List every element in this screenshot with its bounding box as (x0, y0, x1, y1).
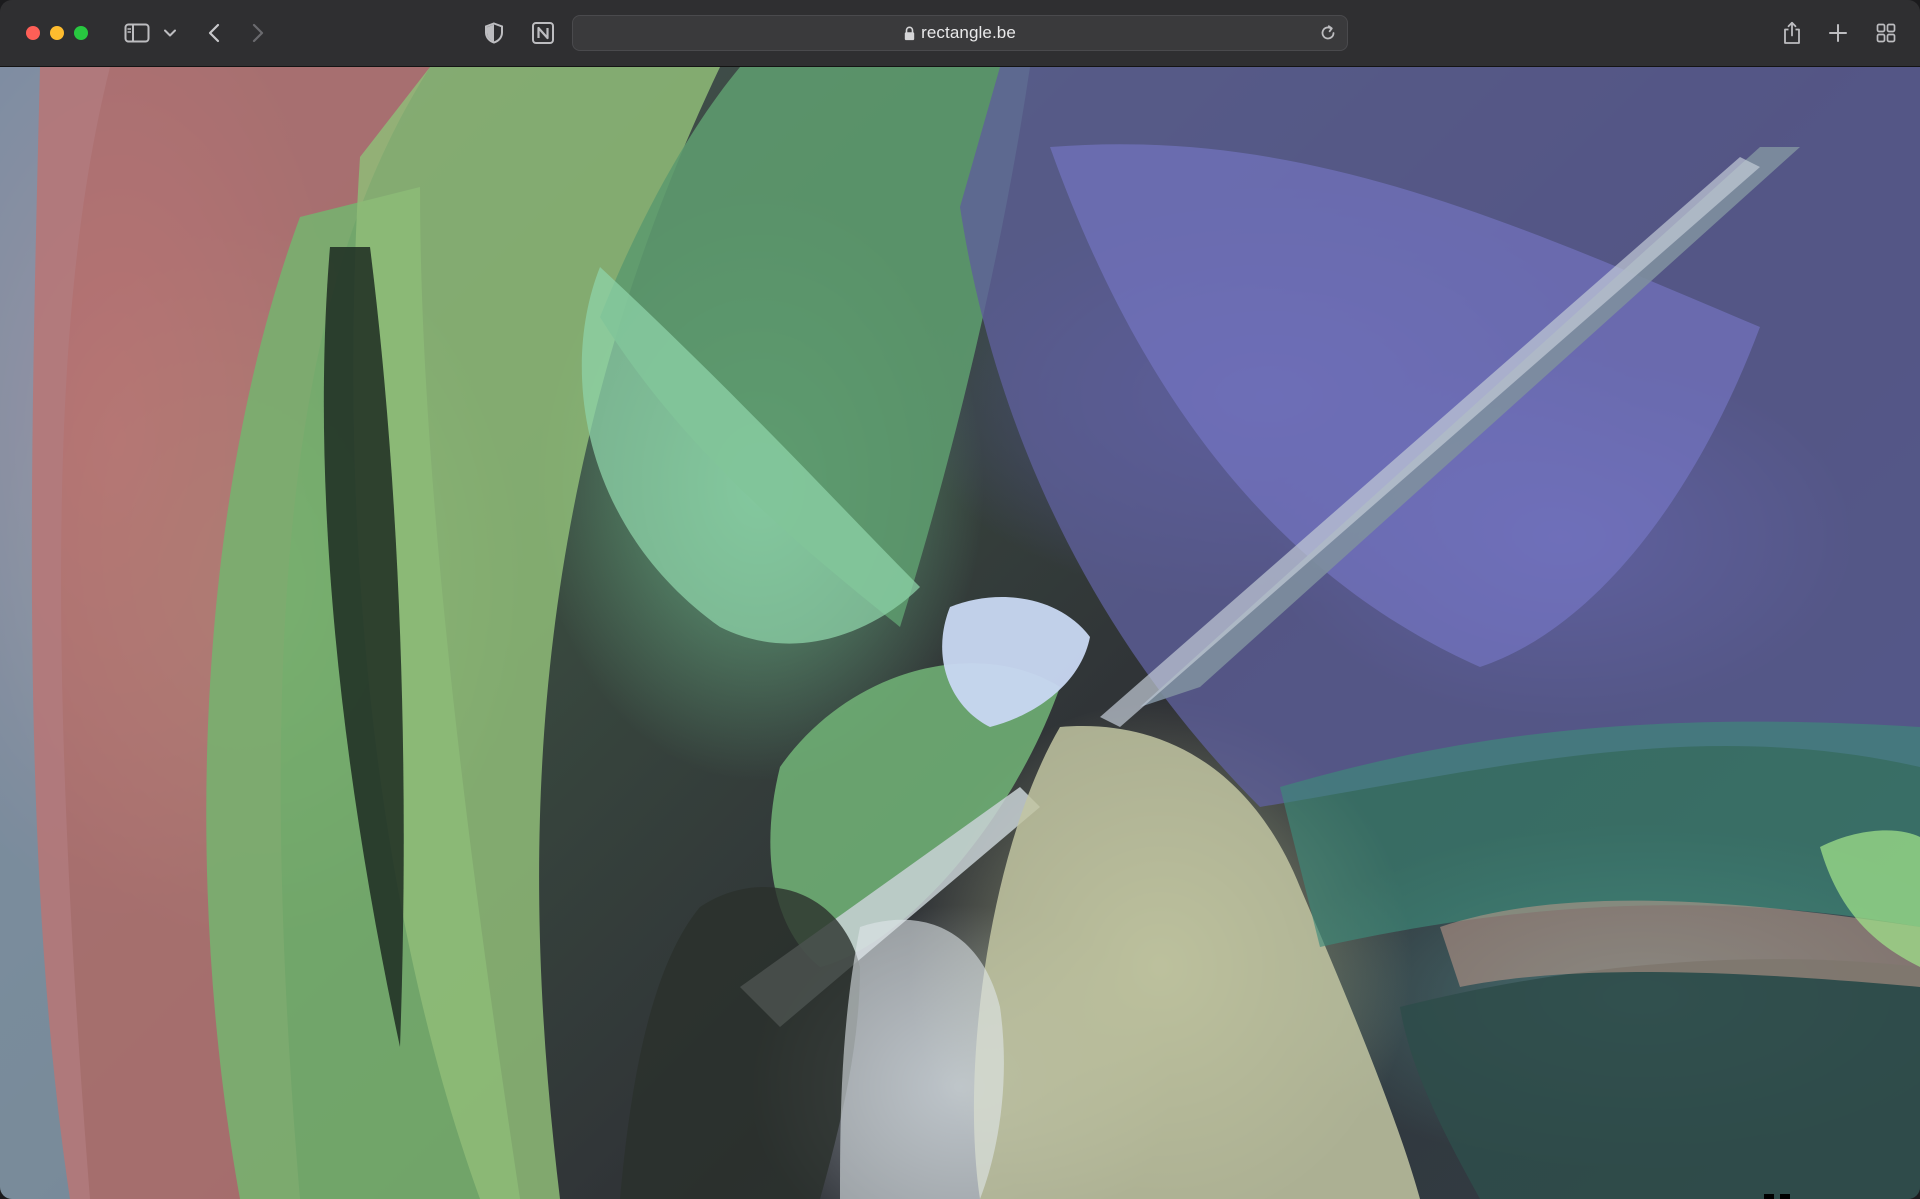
reload-button[interactable] (1319, 24, 1337, 47)
new-tab-button[interactable] (1824, 17, 1852, 49)
browser-toolbar: rectangle.be (0, 0, 1920, 67)
chevron-down-icon (164, 29, 176, 37)
pause-button[interactable] (1760, 1189, 1794, 1199)
notion-extension-button[interactable] (528, 17, 558, 49)
tab-overview-button[interactable] (1872, 17, 1900, 49)
forward-button[interactable] (244, 17, 272, 49)
address-bar[interactable]: rectangle.be (572, 15, 1348, 51)
notion-icon (532, 22, 554, 44)
sidebar-icon (124, 23, 150, 43)
plus-icon (1829, 24, 1847, 42)
video-background (0, 67, 1920, 1199)
privacy-report-button[interactable] (480, 17, 508, 49)
zoom-window-button[interactable] (74, 26, 88, 40)
share-button[interactable] (1778, 17, 1806, 49)
abstract-plant-artwork (0, 67, 1920, 1199)
forward-icon (252, 23, 264, 43)
close-window-button[interactable] (26, 26, 40, 40)
address-content: rectangle.be (573, 16, 1347, 50)
pause-icon (1764, 1194, 1790, 1199)
tab-group-menu-button[interactable] (160, 17, 180, 49)
reload-icon (1321, 25, 1335, 40)
back-button[interactable] (200, 17, 228, 49)
shield-icon (485, 22, 503, 44)
lock-icon (904, 25, 915, 40)
share-icon (1784, 21, 1800, 44)
sidebar-toggle-button[interactable] (122, 17, 152, 49)
back-icon (208, 23, 220, 43)
tab-overview-icon (1876, 23, 1896, 43)
browser-window: rectangle.be (0, 0, 1920, 1199)
minimize-window-button[interactable] (50, 26, 64, 40)
url-text: rectangle.be (921, 23, 1016, 42)
